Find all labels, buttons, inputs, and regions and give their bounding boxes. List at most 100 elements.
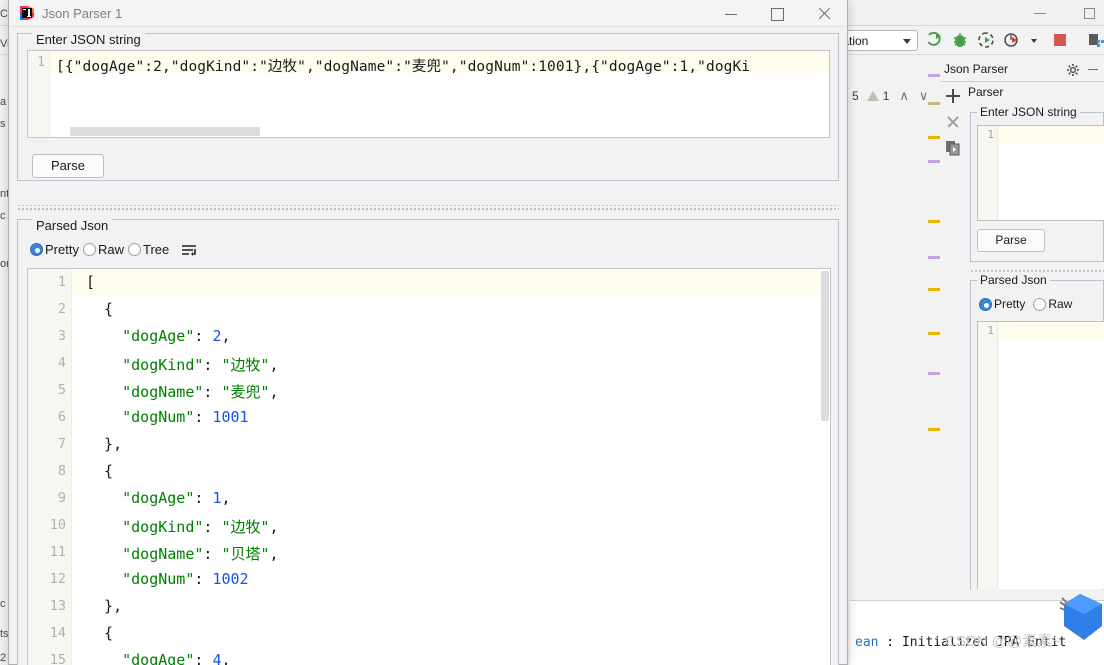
toolwindow-output-line-number: 1 [987,324,994,337]
json-input-value: [{"dogAge":2,"dogKind":"边牧","dogName":"麦… [56,59,751,75]
tab-parser[interactable]: Parser [968,85,1003,99]
warning-count: 5 [852,89,859,103]
parsed-json-line-text: { [86,624,114,642]
dialog-window-controls [709,0,847,27]
parsed-json-line-text: "dogKind": "边牧", [122,518,279,536]
radio-raw[interactable] [82,243,96,256]
editor-marker-strip[interactable] [928,60,940,600]
parsed-json-line-text: }, [86,435,123,453]
stop-icon[interactable] [1051,31,1069,49]
parsed-json-line: 10 "dogKind": "边牧", [28,512,830,539]
parsed-json-line-number: 9 [57,490,66,506]
toolwindow-radio-raw[interactable] [1033,297,1047,311]
radio-pretty[interactable] [30,243,43,256]
dialog-title: Json Parser 1 [42,6,123,21]
parsed-json-line-number: 14 [49,625,66,641]
console-line-prefix: ean [855,635,879,650]
parsed-json-line: 1[ [28,269,830,296]
json-input-editor[interactable]: 1 [{"dogAge":2,"dogKind":"边牧","dogName":… [27,50,830,138]
dialog-minimize-button[interactable] [709,0,755,27]
copy-icon[interactable] [940,135,966,161]
next-problem-button[interactable]: ∨ [919,88,929,104]
view-mode-radios: Pretty Raw Tree [30,242,199,257]
toolwindow-input-gutter: 1 [978,126,998,220]
json-input-gutter: 1 [28,51,50,137]
build-icon[interactable] [1087,31,1104,49]
toolwindow-radio-pretty-label: Pretty [994,297,1026,311]
parse-button[interactable]: Parse [32,154,104,178]
radio-tree[interactable] [127,243,141,256]
parsed-json-vscrollbar[interactable] [820,269,830,665]
parsed-json-line-number: 7 [57,436,66,452]
dialog-close-button[interactable] [801,0,847,27]
toolwindow-parsed-group-title: Parsed Json [977,273,1050,287]
parsed-json-group-title: Parsed Json [32,218,113,233]
toolwindow-parse-button[interactable]: Parse [977,229,1045,252]
dialog-titlebar[interactable]: Json Parser 1 [9,0,847,27]
run-with-coverage-icon[interactable] [977,31,995,49]
parsed-json-line-number: 1 [57,274,66,290]
decorative-logo-icon [1058,590,1104,642]
radio-tree-label: Tree [142,242,170,257]
parsed-json-line-number: 13 [49,598,66,614]
hide-icon[interactable] [1088,69,1098,70]
radio-pretty-label: Pretty [45,242,79,257]
chevron-down-icon [903,39,911,44]
parsed-json-line: 8 { [28,458,830,485]
debug-icon[interactable] [951,31,969,49]
parsed-json-line-number: 2 [57,301,66,317]
json-parser-dialog: Json Parser 1 Enter JSON string 1 [{"dog… [8,0,848,665]
json-input-hscroll-thumb[interactable] [70,127,260,136]
sort-icon[interactable] [181,243,199,257]
ide-minimize-button[interactable] [1032,5,1048,21]
parsed-json-line: 4 "dogKind": "边牧", [28,350,830,377]
prev-problem-button[interactable]: ∧ [899,88,909,104]
add-icon[interactable] [940,83,966,109]
json-input-hscrollbar[interactable] [50,126,829,137]
parsed-json-line-number: 11 [49,544,66,560]
bg-fragment: 2 [0,652,7,664]
toolwindow-input-group-title: Enter JSON string [977,105,1080,119]
profile-dropdown-icon[interactable] [1029,31,1039,49]
parsed-json-line-number: 12 [49,571,66,587]
parsed-json-line: 3 "dogAge": 2, [28,323,830,350]
dialog-body: Enter JSON string 1 [{"dogAge":2,"dogKin… [9,27,847,665]
toolwindow-side-actions [940,83,966,203]
parsed-json-vscroll-thumb[interactable] [821,271,829,421]
toolwindow-input-group: Enter JSON string 1 Parse [970,105,1104,262]
dialog-maximize-button[interactable] [755,0,801,27]
enter-json-group-title: Enter JSON string [32,32,145,47]
parsed-json-line: 7 }, [28,431,830,458]
toolwindow-output-editor[interactable]: 1 [977,321,1104,589]
inspection-status: 5 1 ∧ ∨ [836,84,942,108]
ide-window-controls [1032,0,1098,26]
enter-json-group: Enter JSON string 1 [{"dogAge":2,"dogKin… [17,32,839,181]
parsed-json-line: 13 }, [28,593,830,620]
remove-icon[interactable] [940,109,966,135]
gear-icon[interactable] [1066,63,1080,77]
parsed-json-editor[interactable]: 1[2 {3 "dogAge": 2, 4 "dogKind": "边牧", 5 "… [27,268,831,665]
parsed-json-line: 14 { [28,620,830,647]
parsed-json-line: 2 { [28,296,830,323]
run-icon[interactable] [925,31,943,49]
toolwindow-header: Json Parser [940,58,1104,82]
dialog-splitter[interactable] [17,205,839,212]
toolwindow-view-modes: Pretty Raw [979,297,1078,311]
parsed-json-line-text: "dogKind": "边牧", [122,356,279,374]
toolwindow-input-editor[interactable]: 1 [977,125,1104,221]
toolwindow-radio-raw-label: Raw [1048,297,1073,311]
json-parser-toolwindow: Json Parser Parser Enter JSON string 1 P… [940,58,1104,590]
parsed-json-line: 15 "dogAge": 4, [28,647,830,665]
toolwindow-input-line-number: 1 [987,128,994,141]
toolwindow-output-caret-line [998,322,1104,339]
ide-maximize-button[interactable] [1082,5,1098,21]
parsed-json-line-text: "dogNum": 1002 [122,570,249,588]
parsed-json-line-text: [ [86,273,96,291]
profile-icon[interactable] [1003,31,1021,49]
toolwindow-radio-pretty[interactable] [979,297,992,311]
parsed-json-line-number: 6 [57,409,66,425]
radio-raw-label: Raw [97,242,124,257]
parsed-json-line: 11 "dogName": "贝塔", [28,539,830,566]
parsed-json-line-text: }, [86,597,123,615]
parsed-json-line: 6 "dogNum": 1001 [28,404,830,431]
